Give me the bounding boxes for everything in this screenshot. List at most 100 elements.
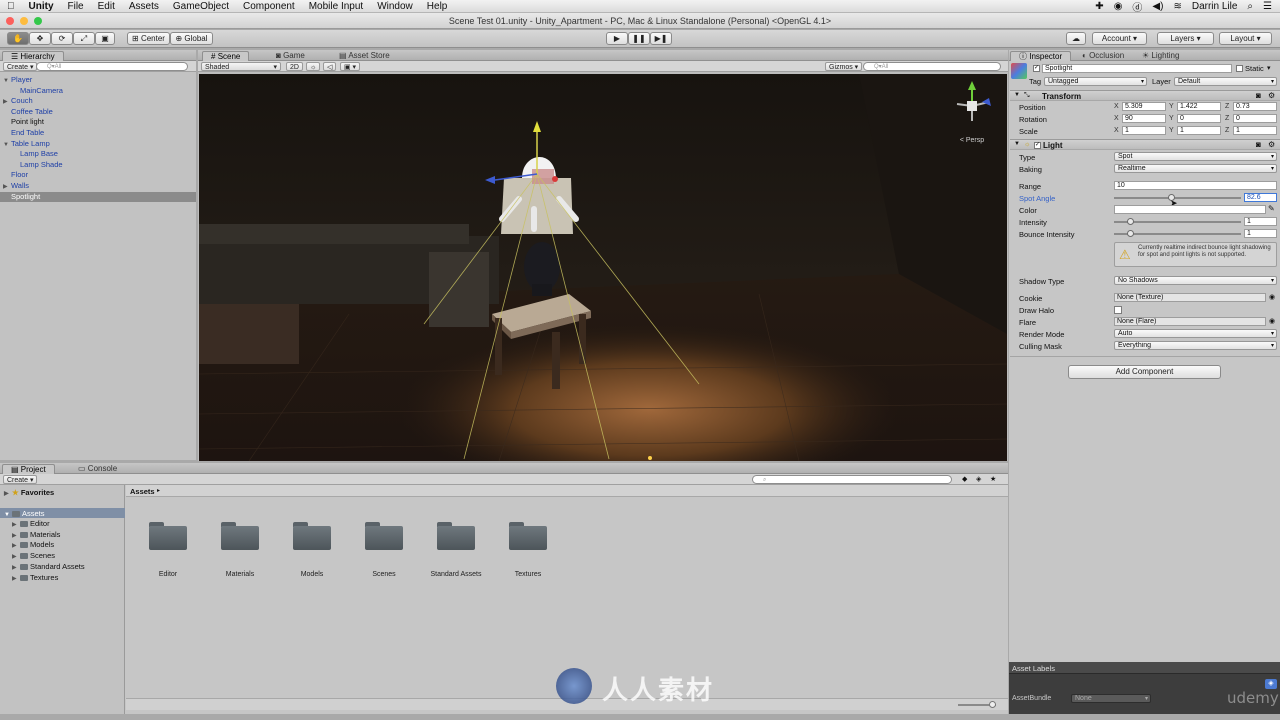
project-create-button[interactable]: Create ▾ [3,475,38,484]
folder-label[interactable]: Models [277,571,347,578]
axis-x-label[interactable]: X [1114,127,1119,134]
pause-button[interactable]: ❚❚ [628,32,650,45]
axis-x-label[interactable]: X [1114,115,1119,122]
settings-gear-icon[interactable]: ⚙ [1268,140,1275,149]
scene-search-input[interactable]: Q▾All [863,62,1001,71]
expand-arrow-icon[interactable]: ▶ [3,97,11,107]
menu-gameobject[interactable]: GameObject [166,1,236,12]
shading-mode-dropdown[interactable]: Shaded ▾ [201,62,281,71]
baking-dropdown[interactable]: Realtime [1114,164,1277,173]
tab-hierarchy[interactable]: ☰ Hierarchy [2,51,64,61]
folder-label[interactable]: Scenes [349,571,419,578]
expand-arrow-icon[interactable]: ▶ [12,532,20,539]
cookie-field[interactable]: None (Texture) [1114,293,1266,302]
axis-z-label[interactable]: Z [1225,127,1229,134]
settings-gear-icon[interactable]: ⚙ [1268,91,1275,100]
transform-position-z-field[interactable]: 0.73 [1233,102,1277,111]
project-tree-item[interactable]: ▶ Standard Assets [12,562,85,571]
layout-dropdown[interactable]: Layout ▾ [1219,32,1272,45]
bounce-intensity-field[interactable]: 1 [1244,229,1277,238]
axis-z-label[interactable]: Z [1225,115,1229,122]
hand-tool-button[interactable]: ✋ [7,32,29,45]
favorite-star-icon[interactable]: ★ [990,475,996,483]
transform-position-x-field[interactable]: 5.309 [1122,102,1166,111]
tab-project[interactable]: ▤ Project [2,464,55,474]
search-icon[interactable]: ⌕ [1247,1,1253,12]
favorites-item[interactable]: ▶ ★ Favorites [4,488,54,497]
spot-angle-field[interactable]: 82.6 [1244,193,1277,202]
tag-dropdown[interactable]: Untagged [1044,77,1147,86]
app-menu[interactable]: Unity [22,1,61,12]
folder-icon[interactable] [293,522,331,552]
list-icon[interactable]: ☰ [1263,1,1272,12]
hierarchy-item[interactable]: ▼ Player [0,75,196,85]
hierarchy-create-button[interactable]: Create ▾ [3,62,38,71]
folder-label[interactable]: Materials [205,571,275,578]
folder-label[interactable]: Textures [493,571,563,578]
object-name-field[interactable]: Spotlight [1042,64,1232,73]
filter-label-icon[interactable]: ◈ [976,475,981,483]
tab-game[interactable]: ◙ Game [268,51,313,61]
project-tree-item[interactable]: ▶ Scenes [12,551,55,560]
project-tree-item[interactable]: ▶ Materials [12,530,60,539]
menu-edit[interactable]: Edit [91,1,122,12]
folder-label[interactable]: Editor [133,571,203,578]
hierarchy-item[interactable]: MainCamera [0,86,196,96]
rotate-tool-button[interactable]: ⟳ [51,32,73,45]
menu-component[interactable]: Component [236,1,302,12]
object-picker-icon[interactable]: ◉ [1269,293,1275,301]
asset-bundle-dropdown[interactable]: None [1071,694,1151,703]
static-checkbox[interactable] [1236,65,1243,72]
folder-label[interactable]: Standard Assets [421,571,491,578]
hierarchy-item[interactable]: Floor [0,170,196,180]
transform-scale-y-field[interactable]: 1 [1177,126,1221,135]
expand-arrow-icon[interactable]: ▶ [12,564,20,571]
bounce-intensity-slider[interactable] [1114,230,1241,237]
intensity-slider[interactable] [1114,218,1241,225]
draw-halo-checkbox[interactable] [1114,306,1122,314]
icon-size-slider-thumb[interactable] [989,701,996,708]
volume-icon[interactable]: ◀) [1152,1,1163,12]
light-type-dropdown[interactable]: Spot [1114,152,1277,161]
apple-icon[interactable]:  [0,1,22,12]
tab-lighting[interactable]: ☀ Lighting [1134,51,1187,61]
layer-dropdown[interactable]: Default [1174,77,1277,86]
expand-arrow-icon[interactable]: ▶ [12,553,20,560]
transform-scale-x-field[interactable]: 1 [1122,126,1166,135]
transform-rotation-x-field[interactable]: 90 [1122,114,1166,123]
axis-y-label[interactable]: Y [1169,115,1174,122]
hierarchy-item[interactable]: Lamp Base [0,149,196,159]
axis-x-label[interactable]: X [1114,103,1119,110]
creative-cloud-icon[interactable]: ◉ [1114,1,1123,12]
menu-mobile-input[interactable]: Mobile Input [302,1,370,12]
menu-assets[interactable]: Assets [122,1,166,12]
hierarchy-item[interactable]: Lamp Shade [0,160,196,170]
culling-mask-dropdown[interactable]: Everything [1114,341,1277,350]
transform-rotation-z-field[interactable]: 0 [1233,114,1277,123]
rect-tool-button[interactable]: ▣ [95,32,115,45]
breadcrumb-assets[interactable]: Assets [130,487,155,496]
tab-scene[interactable]: # Scene [202,51,250,61]
bounce-intensity-slider-thumb[interactable] [1126,230,1134,237]
axis-y-label[interactable]: Y [1169,127,1174,134]
render-mode-dropdown[interactable]: Auto [1114,329,1277,338]
pivot-center-button[interactable]: ⊞ Center [127,32,170,45]
layers-dropdown[interactable]: Layers ▾ [1157,32,1214,45]
hierarchy-item[interactable]: ▼ Table Lamp [0,139,196,149]
transform-header[interactable]: ▼ ⤡ Transform ◙ ⚙ [1010,90,1280,101]
2d-toggle[interactable]: 2D [286,62,303,71]
shadow-type-dropdown[interactable]: No Shadows [1114,276,1277,285]
account-dropdown[interactable]: Account ▾ [1092,32,1147,45]
expand-arrow-icon[interactable]: ▶ [12,521,20,528]
hierarchy-item[interactable]: Spotlight [0,191,196,202]
hierarchy-item[interactable]: Coffee Table [0,107,196,117]
folder-icon[interactable] [149,522,187,552]
tab-occlusion[interactable]: ◐ Occlusion [1074,51,1132,61]
scene-lighting-toggle[interactable]: ☼ [306,62,321,71]
collapse-arrow-icon[interactable]: ▼ [3,140,11,150]
static-dropdown[interactable]: ▾ [1267,64,1271,72]
project-tree-item[interactable]: ▶ Textures [12,573,58,582]
cloud-icon[interactable]: ☁ [1066,32,1086,45]
dropbox-icon[interactable]: ✚ [1095,1,1103,12]
transform-scale-z-field[interactable]: 1 [1233,126,1277,135]
